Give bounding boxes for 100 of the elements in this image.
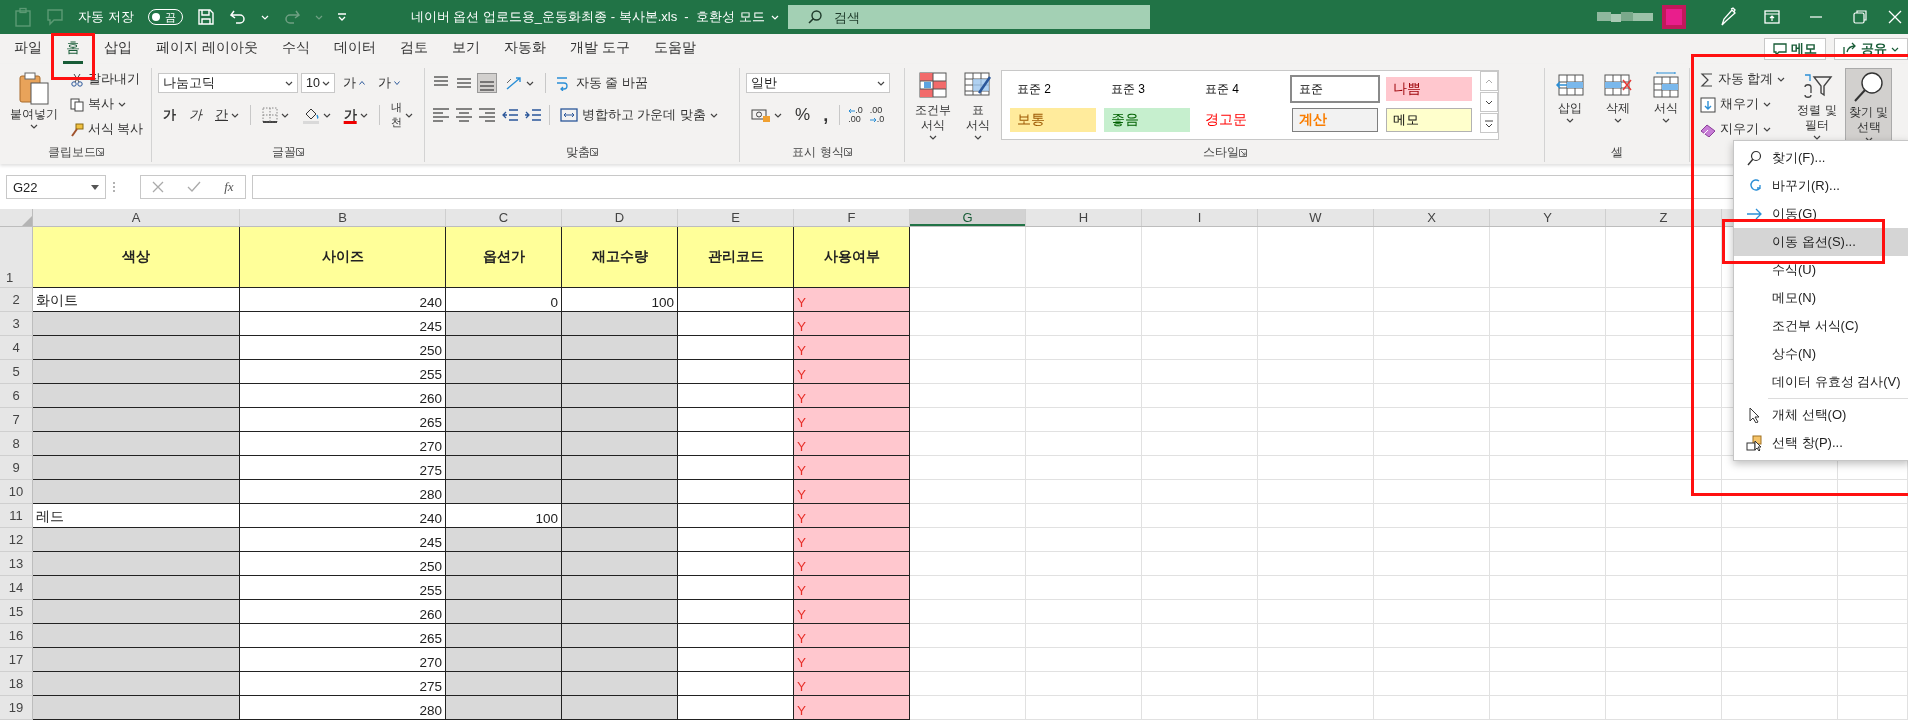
clear-button[interactable]: 지우기 bbox=[1696, 118, 1790, 141]
ribbon-tab[interactable]: 자동화 bbox=[491, 34, 558, 64]
cell-style[interactable]: 표준 bbox=[1292, 77, 1378, 101]
autosum-button[interactable]: 자동 합계 bbox=[1696, 68, 1790, 91]
increase-font-size-button[interactable]: 가 bbox=[338, 71, 370, 95]
insert-function-button[interactable]: fx bbox=[224, 179, 234, 195]
more-icon[interactable] bbox=[1482, 117, 1496, 129]
italic-button[interactable]: 가 bbox=[184, 103, 207, 127]
ribbon-tab[interactable]: 삽입 bbox=[92, 34, 144, 64]
menu-item[interactable]: 바꾸기(R)... bbox=[1734, 172, 1908, 200]
row-header[interactable]: 11 bbox=[0, 504, 33, 528]
sort-filter-button[interactable]: 정렬 및 필터 bbox=[1793, 68, 1841, 143]
menu-item[interactable]: 메모(N) bbox=[1734, 284, 1908, 312]
bold-button[interactable]: 가 bbox=[158, 103, 181, 127]
comma-style-button[interactable]: , bbox=[818, 103, 834, 127]
conditional-formatting-button[interactable]: 조건부 서식 bbox=[911, 68, 955, 143]
column-header[interactable]: W bbox=[1258, 209, 1374, 226]
cell-style[interactable]: 경고문 bbox=[1198, 108, 1284, 132]
ribbon-tab[interactable]: 검토 bbox=[387, 34, 440, 64]
row-header[interactable]: 5 bbox=[0, 360, 33, 384]
column-header[interactable]: D bbox=[562, 209, 678, 226]
format-button[interactable]: 서식 bbox=[1647, 68, 1685, 126]
row-header[interactable]: 4 bbox=[0, 336, 33, 360]
copy-button[interactable]: 복사 bbox=[66, 93, 148, 116]
undo-icon[interactable] bbox=[228, 8, 247, 26]
row-header[interactable]: 2 bbox=[0, 288, 33, 312]
column-header[interactable]: Y bbox=[1490, 209, 1606, 226]
dialog-launcher-icon[interactable] bbox=[95, 148, 104, 156]
ribbon-tab[interactable]: 도움말 bbox=[641, 34, 708, 64]
menu-item[interactable]: 이동 옵션(S)... bbox=[1734, 228, 1908, 256]
column-header[interactable]: H bbox=[1026, 209, 1142, 226]
cell-style[interactable]: 표준 3 bbox=[1104, 77, 1190, 101]
column-header[interactable]: I bbox=[1142, 209, 1258, 226]
menu-item[interactable]: 찾기(F)... bbox=[1734, 144, 1908, 172]
delete-button[interactable]: 삭제 bbox=[1599, 68, 1637, 126]
align-center-icon[interactable] bbox=[454, 105, 474, 125]
decrease-font-size-button[interactable]: 가 bbox=[373, 71, 405, 95]
dialog-launcher-icon[interactable] bbox=[296, 148, 304, 156]
dialog-launcher-icon[interactable] bbox=[843, 148, 852, 156]
row-header[interactable]: 7 bbox=[0, 408, 33, 432]
menu-item[interactable]: 조건부 서식(C) bbox=[1734, 312, 1908, 340]
row-header[interactable]: 19 bbox=[0, 696, 33, 720]
paste-button[interactable]: 붙여넣기 bbox=[6, 68, 62, 132]
row-header[interactable]: 16 bbox=[0, 624, 33, 648]
redo-icon[interactable] bbox=[282, 8, 301, 26]
column-header[interactable]: C bbox=[446, 209, 562, 226]
row-header[interactable]: 9 bbox=[0, 456, 33, 480]
row-header[interactable]: 18 bbox=[0, 672, 33, 696]
row-header[interactable]: 8 bbox=[0, 432, 33, 456]
underline-button[interactable]: 간 bbox=[210, 103, 244, 127]
column-header[interactable]: A bbox=[33, 209, 240, 226]
row-header[interactable]: 10 bbox=[0, 480, 33, 504]
phonetic-guide-button[interactable]: 내천 bbox=[385, 103, 418, 127]
ribbon-tab[interactable]: 개발 도구 bbox=[557, 34, 642, 64]
column-header[interactable]: E bbox=[678, 209, 794, 226]
column-header[interactable]: Z bbox=[1606, 209, 1722, 226]
cell-style[interactable]: 표준 4 bbox=[1198, 77, 1284, 101]
percent-style-button[interactable]: % bbox=[790, 103, 816, 127]
font-color-button[interactable]: 가 bbox=[338, 103, 373, 127]
cell-style[interactable]: 표준 2 bbox=[1010, 77, 1096, 101]
column-header[interactable]: B bbox=[240, 209, 446, 226]
row-header[interactable]: 13 bbox=[0, 552, 33, 576]
ribbon-tab[interactable]: 보기 bbox=[439, 34, 492, 64]
align-right-icon[interactable] bbox=[477, 105, 497, 125]
column-header[interactable]: X bbox=[1374, 209, 1490, 226]
row-header[interactable]: 17 bbox=[0, 648, 33, 672]
menu-item[interactable]: 개체 선택(O) bbox=[1734, 401, 1908, 429]
name-box[interactable]: G22 bbox=[6, 175, 106, 199]
row-header[interactable]: 1 bbox=[0, 227, 33, 288]
cell-style[interactable]: 보통 bbox=[1010, 108, 1096, 132]
ribbon-tab[interactable]: 파일 bbox=[2, 34, 54, 64]
ribbon-tab[interactable]: 페이지 레이아웃 bbox=[144, 34, 270, 64]
insert-button[interactable]: 삽입 bbox=[1551, 68, 1589, 126]
row-header[interactable]: 14 bbox=[0, 576, 33, 600]
column-header[interactable]: G bbox=[910, 209, 1026, 226]
menu-item[interactable]: 선택 창(P)... bbox=[1734, 429, 1908, 457]
font-size-field[interactable]: 10 bbox=[301, 73, 335, 93]
fill-button[interactable]: 채우기 bbox=[1696, 93, 1790, 116]
pen-icon[interactable] bbox=[1718, 7, 1738, 27]
row-header[interactable]: 12 bbox=[0, 528, 33, 552]
font-name-field[interactable]: 나눔고딕 bbox=[158, 73, 298, 93]
wrap-text-button[interactable]: 자동 줄 바꿈 bbox=[552, 71, 652, 95]
align-left-icon[interactable] bbox=[431, 105, 451, 125]
search-field[interactable]: 검색 bbox=[788, 5, 1150, 29]
number-format-field[interactable]: 일반 bbox=[746, 73, 890, 93]
menu-item[interactable]: 상수(N) bbox=[1734, 340, 1908, 368]
save-icon[interactable] bbox=[196, 8, 215, 26]
menu-item[interactable]: 데이터 유효성 검사(V) bbox=[1734, 368, 1908, 396]
decrease-decimal-button[interactable]: .00 .0 bbox=[867, 104, 887, 126]
row-header[interactable]: 15 bbox=[0, 600, 33, 624]
format-painter-button[interactable]: 서식 복사 bbox=[66, 118, 148, 141]
bottom-align-icon[interactable] bbox=[477, 73, 497, 93]
ribbon-display-icon[interactable] bbox=[1762, 7, 1782, 27]
customize-icon[interactable] bbox=[336, 12, 347, 22]
increase-decimal-button[interactable]: .0 .00 bbox=[846, 104, 865, 126]
dialog-launcher-icon[interactable] bbox=[1238, 148, 1247, 157]
merge-center-button[interactable]: 병합하고 가운데 맞춤 bbox=[556, 103, 722, 127]
restore-icon[interactable] bbox=[1850, 7, 1870, 27]
cell-style[interactable]: 좋음 bbox=[1104, 108, 1190, 132]
ribbon-tab[interactable]: 수식 bbox=[269, 34, 322, 64]
